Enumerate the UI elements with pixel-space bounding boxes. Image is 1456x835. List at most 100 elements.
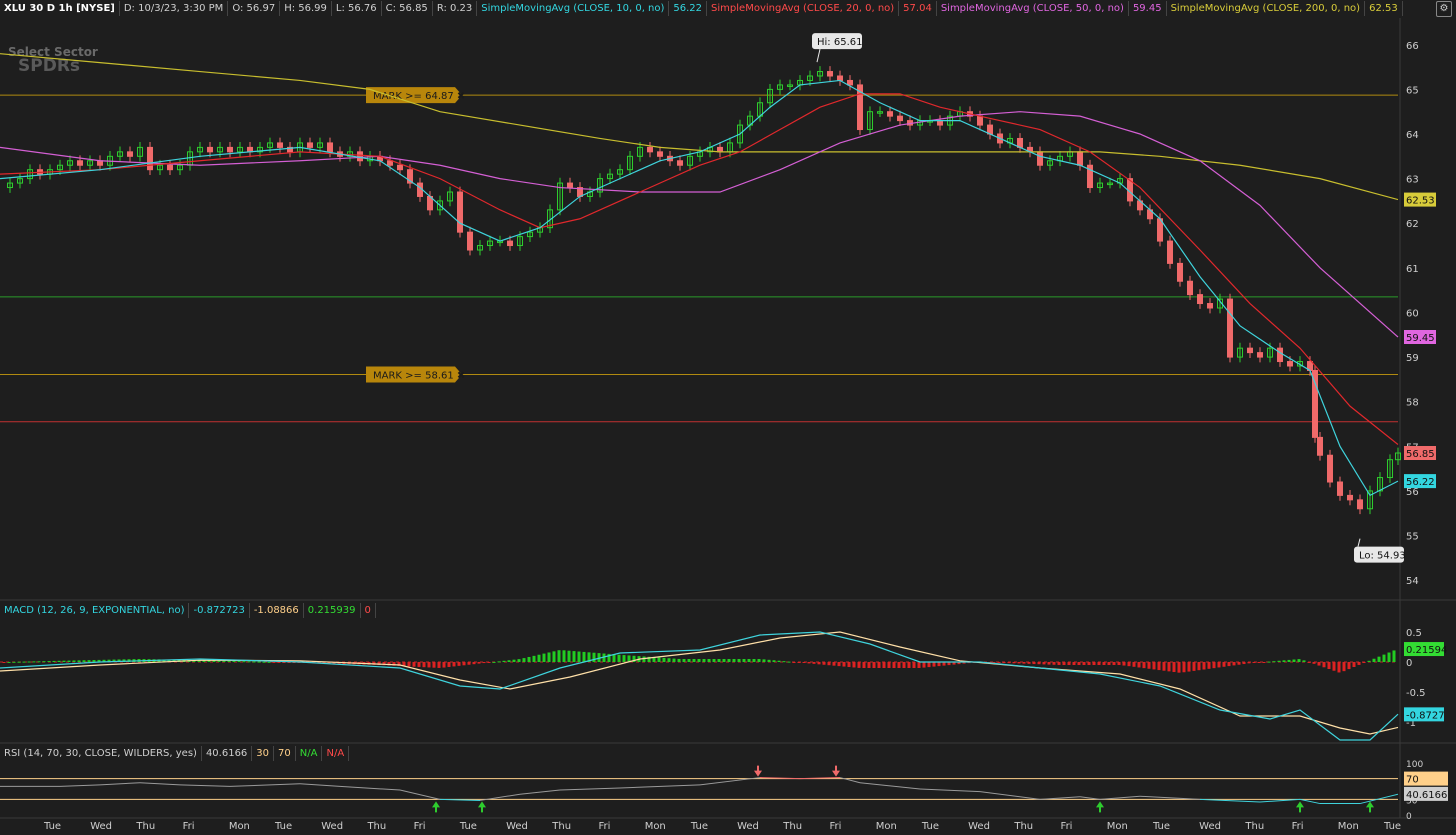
macd-histogram-bar (742, 659, 746, 662)
macd-histogram-bar (1007, 662, 1011, 664)
macd-histogram-bar (1377, 656, 1381, 662)
macd-histogram-bar (77, 660, 81, 662)
candle-body (327, 142, 333, 153)
candle-body (837, 75, 843, 81)
x-axis-label: Fri (183, 821, 195, 832)
macd-histogram-bar (517, 659, 521, 662)
macd-tick-label: -0.5 (1406, 688, 1426, 699)
rsi-line-segment (919, 788, 981, 793)
price-tick-label: 66 (1406, 41, 1419, 52)
x-axis-label: Thu (135, 821, 155, 832)
macd-histogram-bar (1382, 654, 1386, 662)
macd-histogram-bar (657, 657, 661, 662)
macd-histogram-bar (877, 662, 881, 668)
low-callout-label: Lo: 54.93 (1359, 551, 1406, 562)
candle-body (207, 146, 213, 153)
macd-histogram-bar (1282, 660, 1286, 662)
watermark-line2: SPDRs (18, 56, 80, 76)
rsi-badge-label: 70 (1406, 775, 1419, 786)
macd-histogram-bar (692, 659, 696, 662)
rsi-line-segment (229, 783, 301, 787)
macd-histogram-bar (252, 661, 256, 663)
macd-histogram-bar (1172, 662, 1176, 673)
macd-histogram-bar (1167, 662, 1171, 672)
macd-histogram-bar (432, 662, 436, 668)
candle-body (1312, 369, 1318, 438)
macd-histogram-bar (1267, 661, 1271, 663)
macd-histogram-bar (867, 662, 871, 668)
macd-histogram-bar (997, 662, 1001, 663)
macd-histogram-bar (1122, 662, 1126, 666)
chart-canvas[interactable]: Select Sector SPDRs 54555657585960616263… (0, 0, 1456, 835)
rsi-buy-arrow (1096, 801, 1104, 813)
macd-histogram-bar (2, 662, 6, 663)
macd-histogram-bar (452, 662, 456, 667)
macd-histogram-bar (507, 660, 511, 662)
macd-histogram-bar (1247, 662, 1251, 664)
macd-histogram-bar (1392, 650, 1396, 662)
macd-histogram-bar (1102, 662, 1106, 665)
x-axis-label: Fri (1292, 821, 1304, 832)
macd-histogram-bar (1097, 662, 1101, 665)
rsi-tick-label: 0 (1406, 812, 1412, 822)
rsi-line-segment (519, 789, 561, 795)
macd-histogram-bar (577, 651, 581, 662)
macd-histogram-bar (497, 661, 501, 663)
x-axis-label: Tue (274, 821, 292, 832)
macd-histogram-bar (1222, 662, 1226, 667)
macd-histogram-bar (747, 659, 751, 662)
macd-histogram-bar (52, 660, 56, 662)
macd-histogram-bar (622, 655, 626, 662)
candle-body (507, 240, 513, 247)
macd-histogram-bar (267, 661, 271, 663)
rsi-sell-arrow (832, 765, 840, 777)
rsi-badge-label: 40.6166 (1406, 790, 1447, 801)
candle-body (147, 146, 153, 171)
macd-histogram-bar (1157, 662, 1161, 671)
macd-histogram-bar (772, 660, 776, 662)
x-axis-label: Tue (1383, 821, 1401, 832)
macd-histogram-bar (827, 662, 831, 666)
macd-histogram-bar (37, 661, 41, 663)
candle-body (937, 120, 943, 126)
candle-body (1167, 240, 1173, 264)
macd-histogram-bar (72, 660, 76, 662)
macd-histogram-bar (777, 660, 781, 662)
low-callout-pointer (1357, 538, 1361, 547)
macd-histogram-bar (1242, 662, 1246, 665)
macd-histogram-bar (462, 662, 466, 666)
macd-value-line (0, 631, 1399, 741)
macd-histogram-bar (1092, 662, 1096, 665)
macd-histogram-bar (1062, 662, 1066, 665)
macd-histogram-bar (1332, 662, 1336, 671)
candle-body (1347, 494, 1353, 501)
macd-histogram-bar (592, 652, 596, 662)
macd-histogram-bar (7, 661, 11, 663)
rsi-line-segment (139, 782, 181, 786)
macd-histogram-bar (927, 662, 931, 668)
macd-histogram-bar (1362, 662, 1366, 663)
macd-histogram-bar (887, 662, 891, 668)
macd-histogram-bar (1262, 662, 1266, 663)
macd-histogram-bar (1287, 659, 1291, 662)
price-tick-label: 56 (1406, 487, 1419, 498)
macd-histogram-bar (1272, 661, 1276, 663)
price-badge-label: 62.53 (1406, 196, 1435, 207)
macd-histogram-bar (447, 662, 451, 667)
x-axis-label: Fri (830, 821, 842, 832)
macd-histogram-bar (822, 662, 826, 665)
candle-body (1327, 454, 1333, 483)
macd-histogram-bar (792, 662, 796, 663)
macd-histogram-bar (1032, 662, 1036, 665)
rsi-line-segment (399, 789, 441, 800)
macd-histogram-bar (1077, 662, 1081, 665)
macd-histogram-bar (82, 660, 86, 662)
macd-histogram-bar (1187, 662, 1191, 672)
price-tick-label: 54 (1406, 576, 1419, 587)
macd-histogram-bar (1197, 662, 1201, 671)
x-axis-label: Mon (229, 821, 250, 832)
rsi-buy-arrow (1296, 801, 1304, 813)
macd-histogram-bar (702, 659, 706, 662)
candle-body (677, 160, 683, 166)
macd-histogram-bar (1037, 662, 1041, 665)
